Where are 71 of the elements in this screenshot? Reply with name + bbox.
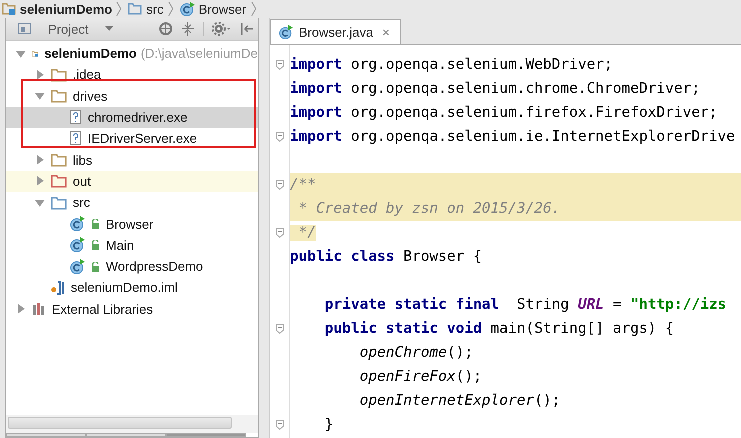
project-icon	[18, 23, 32, 35]
collapsed-arrow-icon[interactable]	[16, 304, 26, 314]
class-icon	[180, 2, 195, 16]
code-line: openInternetExplorer();	[358, 393, 561, 409]
module-icon	[2, 3, 16, 15]
fold-marker-icon[interactable]	[276, 180, 284, 190]
file-icon	[70, 110, 82, 126]
tree-item[interactable]: out	[73, 174, 92, 189]
fold-marker-icon[interactable]	[276, 132, 284, 142]
tree-item[interactable]: Main	[106, 238, 134, 253]
collapsed-arrow-icon[interactable]	[35, 70, 45, 80]
libraries-icon	[32, 302, 46, 316]
tree-item[interactable]: seleniumDemo	[44, 46, 137, 62]
folder-icon	[51, 68, 67, 82]
code-line: openFireFox();	[358, 369, 482, 385]
collapsed-arrow-icon[interactable]	[35, 155, 45, 166]
editor-tab[interactable]: Browser.java ×	[270, 19, 402, 44]
target-icon[interactable]	[159, 22, 173, 36]
tree-item[interactable]: .idea	[73, 67, 102, 82]
expanded-arrow-icon[interactable]	[35, 198, 45, 208]
tree-item[interactable]: libs	[73, 152, 93, 168]
breadcrumb-item[interactable]: src	[146, 2, 164, 16]
code-line: import org.openqa.selenium.ie.InternetExplorerDrive	[290, 129, 736, 145]
folder-icon	[51, 174, 67, 188]
close-button[interactable]: ×	[382, 24, 390, 40]
chevron-icon	[168, 1, 174, 17]
class-icon	[279, 24, 294, 40]
tree-item[interactable]: seleniumDemo.iml	[71, 280, 178, 296]
fold-marker-icon[interactable]	[276, 228, 284, 238]
code-line: private static final String URL = "http://izs	[324, 297, 727, 313]
hide-icon[interactable]	[240, 22, 254, 36]
folder-icon	[51, 89, 67, 104]
code-line: import org.openqa.selenium.firefox.FirefoxDriver;	[290, 105, 718, 121]
code-line: import org.openqa.selenium.WebDriver;	[290, 57, 614, 73]
file-icon	[70, 131, 82, 146]
scrollbar-thumb[interactable]	[8, 417, 232, 429]
fold-marker-icon[interactable]	[276, 324, 284, 334]
tree-item[interactable]: WordpressDemo	[106, 259, 204, 274]
code-line: import org.openqa.selenium.chrome.ChromeDriver;	[290, 81, 700, 97]
class-icon	[70, 237, 86, 254]
tree-item[interactable]: External Libraries	[52, 302, 154, 317]
tree-item[interactable]: src	[73, 195, 90, 210]
code-line: public static void main(String[] args) {	[324, 321, 674, 337]
lock-icon	[91, 240, 100, 250]
expanded-arrow-icon[interactable]	[16, 48, 26, 59]
folder-icon	[51, 153, 67, 168]
tree-item[interactable]: drives	[73, 88, 108, 104]
module-file-icon	[51, 280, 65, 295]
code-line: }	[324, 417, 334, 433]
class-icon	[70, 216, 86, 232]
settings-icon[interactable]	[212, 22, 232, 36]
breadcrumb-item[interactable]: Browser	[198, 2, 247, 16]
lock-icon	[91, 262, 100, 272]
tree-item[interactable]: Browser	[106, 216, 154, 232]
caret-icon	[105, 26, 114, 32]
folder-icon	[128, 3, 142, 15]
fold-marker-icon[interactable]	[276, 420, 284, 430]
path-hint: (D:\java\seleniumDe	[140, 46, 258, 62]
tree-item[interactable]: IEDriverServer.exe	[88, 131, 198, 146]
breadcrumb-item[interactable]: seleniumDemo	[20, 2, 112, 16]
chevron-icon	[116, 1, 122, 17]
collapsed-arrow-icon[interactable]	[35, 176, 45, 186]
class-icon	[70, 258, 86, 275]
chevron-icon	[250, 1, 257, 17]
folder-icon	[51, 196, 67, 210]
code-line: openChrome();	[358, 345, 474, 361]
code-line: public class Browser {	[290, 249, 482, 265]
lock-icon	[91, 219, 100, 230]
expanded-arrow-icon[interactable]	[35, 91, 45, 102]
fold-marker-icon[interactable]	[276, 60, 284, 70]
collapse-icon[interactable]	[181, 22, 195, 36]
